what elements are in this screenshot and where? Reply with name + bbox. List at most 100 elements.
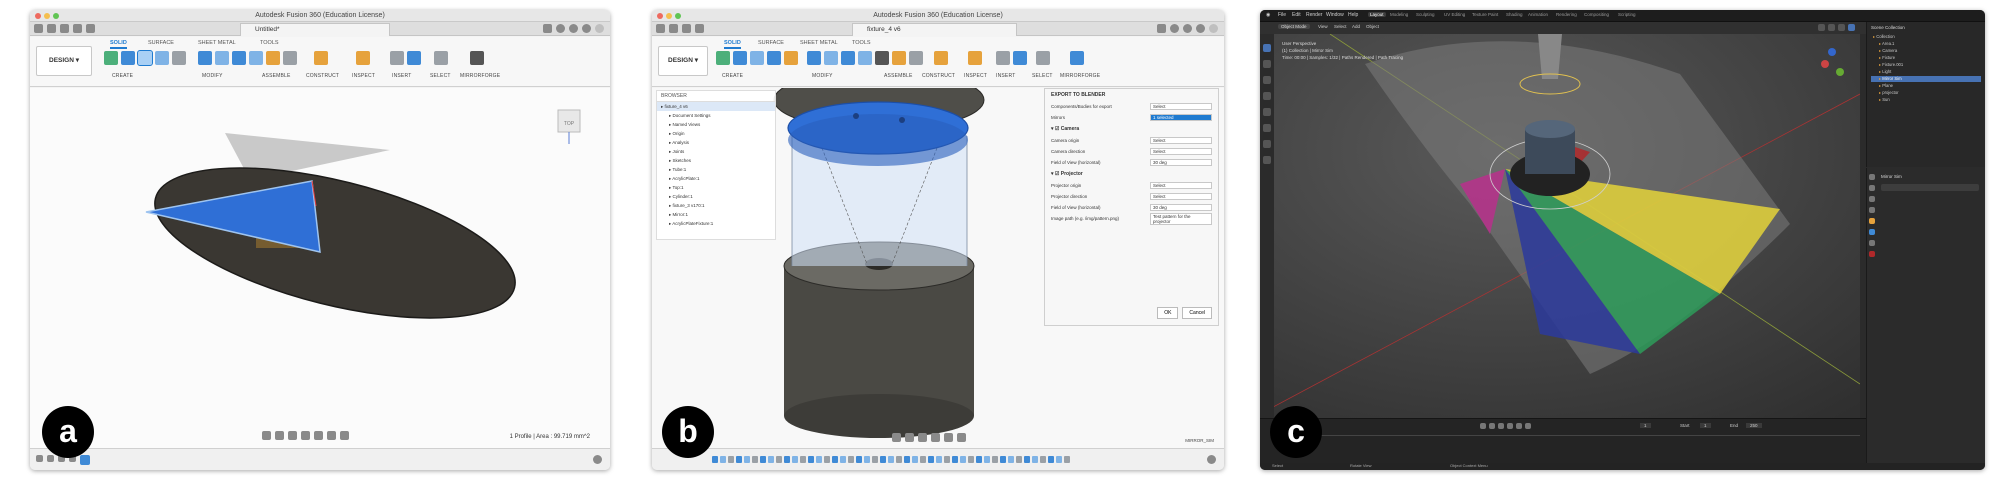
timeline-feature-icon[interactable]: [968, 456, 974, 463]
menu-help[interactable]: Help: [1348, 12, 1358, 18]
move-icon[interactable]: [1263, 76, 1271, 84]
fillet-icon[interactable]: [215, 51, 229, 65]
undo-icon[interactable]: [73, 24, 82, 33]
group-assemble[interactable]: ASSEMBLE: [884, 73, 913, 79]
pan-icon[interactable]: [275, 431, 284, 440]
insert-derive-icon[interactable]: [390, 51, 404, 65]
object-props-icon[interactable]: [1869, 218, 1875, 224]
step-back-icon[interactable]: [47, 455, 54, 462]
timeline-feature-icon[interactable]: [960, 456, 966, 463]
maximize-icon[interactable]: [53, 13, 59, 19]
ok-button[interactable]: OK: [1157, 307, 1179, 319]
ws-uv-editing[interactable]: UV Editing: [1444, 12, 1465, 17]
browser-item[interactable]: ▸ Document Settings: [657, 111, 775, 120]
cursor-icon[interactable]: [1263, 60, 1271, 68]
timeline-feature-icon[interactable]: [784, 456, 790, 463]
timeline-feature-icon[interactable]: [760, 456, 766, 463]
scene-props-icon[interactable]: [1869, 207, 1875, 213]
timeline-feature-icon[interactable]: [776, 456, 782, 463]
document-tab[interactable]: fixture_4 v6: [852, 23, 1017, 36]
viewports-icon[interactable]: [340, 431, 349, 440]
timeline-feature-icon[interactable]: [1032, 456, 1038, 463]
hole-icon[interactable]: [155, 51, 169, 65]
outliner-item[interactable]: ▸ Area.1: [1871, 41, 1981, 47]
tab-tools[interactable]: TOOLS: [852, 40, 871, 46]
timeline-ruler[interactable]: [1320, 435, 1860, 436]
offset-plane-icon[interactable]: [934, 51, 948, 65]
camera-section-header[interactable]: ▾ ☑ Camera: [1045, 123, 1218, 135]
minimize-icon[interactable]: [666, 13, 672, 19]
end-frame-field[interactable]: 250: [1746, 423, 1762, 428]
timeline-feature-icon[interactable]: [880, 456, 886, 463]
job-status-icon[interactable]: [556, 24, 565, 33]
extrude-icon[interactable]: [121, 51, 135, 65]
timeline-feature-icon[interactable]: [952, 456, 958, 463]
new-component-icon[interactable]: [892, 51, 906, 65]
settings-icon[interactable]: [593, 455, 602, 464]
timeline-feature-icon[interactable]: [824, 456, 830, 463]
press-pull-icon[interactable]: [198, 51, 212, 65]
browser-item[interactable]: ▸ Cylinder:1: [657, 192, 775, 201]
browser-item[interactable]: ▸ fixture_3 v170:1: [657, 201, 775, 210]
select-icon[interactable]: [1036, 51, 1050, 65]
select-icon[interactable]: [434, 51, 448, 65]
avatar[interactable]: [1209, 24, 1218, 33]
play-reverse-icon[interactable]: [1498, 423, 1504, 429]
group-insert[interactable]: INSERT: [392, 73, 411, 79]
orbit-icon[interactable]: [262, 431, 271, 440]
file-icon[interactable]: [669, 24, 678, 33]
play-icon[interactable]: [1507, 423, 1513, 429]
outliner-item[interactable]: ▸ Plane: [1871, 83, 1981, 89]
ws-sculpting[interactable]: Sculpting: [1416, 12, 1435, 17]
timeline-feature-icon[interactable]: [1040, 456, 1046, 463]
pattern-icon[interactable]: [172, 51, 186, 65]
timeline-feature-icon[interactable]: [816, 456, 822, 463]
group-create[interactable]: CREATE: [722, 73, 743, 79]
rotate-icon[interactable]: [1263, 92, 1271, 100]
group-inspect[interactable]: INSPECT: [352, 73, 375, 79]
fit-icon[interactable]: [931, 433, 940, 442]
timeline-feature-icon[interactable]: [1008, 456, 1014, 463]
timeline-feature-icon[interactable]: [928, 456, 934, 463]
add-modifier-dropdown[interactable]: [1881, 184, 1979, 191]
dialog-row-value[interactable]: Select: [1150, 137, 1212, 144]
timeline-feature-icon[interactable]: [80, 455, 90, 465]
outliner-item[interactable]: ▸ Mirror Sim: [1871, 76, 1981, 82]
tab-surface[interactable]: SURFACE: [148, 40, 174, 46]
hole-icon[interactable]: [767, 51, 781, 65]
outliner-item[interactable]: ▸ Light: [1871, 69, 1981, 75]
grid-settings-icon[interactable]: [957, 433, 966, 442]
timeline-feature-icon[interactable]: [736, 456, 742, 463]
new-component-icon[interactable]: [266, 51, 280, 65]
help-icon[interactable]: [582, 24, 591, 33]
timeline-feature-icon[interactable]: [992, 456, 998, 463]
notifications-icon[interactable]: [1183, 24, 1192, 33]
start-frame-field[interactable]: 1: [1700, 423, 1711, 428]
offset-plane-icon[interactable]: [314, 51, 328, 65]
transform-icon[interactable]: [1263, 124, 1271, 132]
solid-shading-icon[interactable]: [1828, 24, 1835, 31]
insert-image-icon[interactable]: [407, 51, 421, 65]
fit-icon[interactable]: [301, 431, 310, 440]
menu-window[interactable]: Window: [1326, 12, 1344, 18]
group-construct[interactable]: CONSTRUCT: [306, 73, 339, 79]
tab-surface[interactable]: SURFACE: [758, 40, 784, 46]
browser-item[interactable]: ▸ fixture_4 v6: [657, 102, 775, 111]
timeline-feature-icon[interactable]: [944, 456, 950, 463]
tab-sheet-metal[interactable]: SHEET METAL: [198, 40, 236, 46]
timeline-feature-icon[interactable]: [984, 456, 990, 463]
browser-item[interactable]: ▸ Top:1: [657, 183, 775, 192]
dialog-row-value[interactable]: Select: [1150, 148, 1212, 155]
outliner-item[interactable]: ▸ Camera: [1871, 48, 1981, 54]
current-frame-field[interactable]: 1: [1640, 423, 1651, 428]
jump-end-icon[interactable]: [1525, 423, 1531, 429]
go-start-icon[interactable]: [36, 455, 43, 462]
timeline-feature-icon[interactable]: [976, 456, 982, 463]
tab-solid[interactable]: SOLID: [110, 40, 127, 49]
timeline-feature-icon[interactable]: [912, 456, 918, 463]
dialog-row-value[interactable]: Select: [1150, 103, 1212, 110]
wireframe-shading-icon[interactable]: [1818, 24, 1825, 31]
prev-key-icon[interactable]: [1489, 423, 1495, 429]
timeline-feature-icon[interactable]: [808, 456, 814, 463]
measure-icon[interactable]: [1263, 156, 1271, 164]
